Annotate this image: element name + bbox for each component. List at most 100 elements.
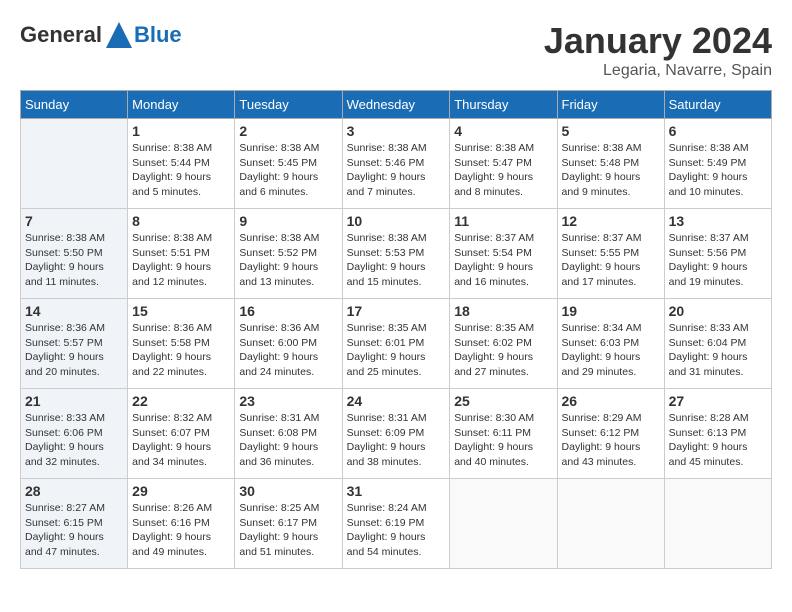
weekday-header-thursday: Thursday <box>450 91 557 119</box>
calendar-cell: 25 Sunrise: 8:30 AM Sunset: 6:11 PM Dayli… <box>450 389 557 479</box>
day-number: 29 <box>132 483 230 499</box>
logo-icon <box>104 20 134 50</box>
week-row-1: 1Sunrise: 8:38 AM Sunset: 5:44 PM Daylig… <box>21 119 772 209</box>
day-info: Sunrise: 8:28 AM Sunset: 6:13 PM Dayligh… <box>669 411 767 470</box>
week-row-5: 28 Sunrise: 8:27 AM Sunset: 6:15 PM Dayli… <box>21 479 772 569</box>
day-number: 8 <box>132 213 230 229</box>
weekday-header-wednesday: Wednesday <box>342 91 450 119</box>
day-number: 31 <box>347 483 446 499</box>
calendar-cell <box>21 119 128 209</box>
calendar-cell: 28 Sunrise: 8:27 AM Sunset: 6:15 PM Dayli… <box>21 479 128 569</box>
day-info: Sunrise: 8:32 AM Sunset: 6:07 PM Dayligh… <box>132 411 230 470</box>
day-info: Sunrise: 8:38 AM Sunset: 5:49 PM Dayligh… <box>669 141 767 200</box>
calendar-cell: 9Sunrise: 8:38 AM Sunset: 5:52 PM Daylig… <box>235 209 342 299</box>
day-number: 25 <box>454 393 552 409</box>
calendar-cell: 11 Sunrise: 8:37 AM Sunset: 5:54 PM Dayli… <box>450 209 557 299</box>
day-info: Sunrise: 8:37 AM Sunset: 5:56 PM Dayligh… <box>669 231 767 290</box>
day-info: Sunrise: 8:36 AM Sunset: 5:58 PM Dayligh… <box>132 321 230 380</box>
calendar-cell: 1Sunrise: 8:38 AM Sunset: 5:44 PM Daylig… <box>128 119 235 209</box>
calendar-cell: 3Sunrise: 8:38 AM Sunset: 5:46 PM Daylig… <box>342 119 450 209</box>
day-number: 12 <box>562 213 660 229</box>
calendar-table: SundayMondayTuesdayWednesdayThursdayFrid… <box>20 90 772 569</box>
calendar-cell <box>450 479 557 569</box>
logo: General Blue <box>20 20 182 50</box>
day-info: Sunrise: 8:24 AM Sunset: 6:19 PM Dayligh… <box>347 501 446 560</box>
weekday-header-monday: Monday <box>128 91 235 119</box>
day-info: Sunrise: 8:29 AM Sunset: 6:12 PM Dayligh… <box>562 411 660 470</box>
day-number: 7 <box>25 213 123 229</box>
calendar-cell: 22 Sunrise: 8:32 AM Sunset: 6:07 PM Dayli… <box>128 389 235 479</box>
calendar-cell: 21Sunrise: 8:33 AM Sunset: 6:06 PM Dayli… <box>21 389 128 479</box>
calendar-cell: 16 Sunrise: 8:36 AM Sunset: 6:00 PM Dayli… <box>235 299 342 389</box>
day-number: 19 <box>562 303 660 319</box>
day-number: 13 <box>669 213 767 229</box>
day-info: Sunrise: 8:35 AM Sunset: 6:01 PM Dayligh… <box>347 321 446 380</box>
day-number: 22 <box>132 393 230 409</box>
day-info: Sunrise: 8:38 AM Sunset: 5:52 PM Dayligh… <box>239 231 337 290</box>
calendar-cell: 30 Sunrise: 8:25 AM Sunset: 6:17 PM Dayli… <box>235 479 342 569</box>
day-number: 16 <box>239 303 337 319</box>
calendar-cell: 20Sunrise: 8:33 AM Sunset: 6:04 PM Dayli… <box>664 299 771 389</box>
day-number: 28 <box>25 483 123 499</box>
calendar-cell: 13 Sunrise: 8:37 AM Sunset: 5:56 PM Dayli… <box>664 209 771 299</box>
day-number: 23 <box>239 393 337 409</box>
day-info: Sunrise: 8:36 AM Sunset: 6:00 PM Dayligh… <box>239 321 337 380</box>
week-row-3: 14Sunrise: 8:36 AM Sunset: 5:57 PM Dayli… <box>21 299 772 389</box>
calendar-cell <box>664 479 771 569</box>
calendar-cell: 27 Sunrise: 8:28 AM Sunset: 6:13 PM Dayli… <box>664 389 771 479</box>
day-number: 10 <box>347 213 446 229</box>
day-info: Sunrise: 8:38 AM Sunset: 5:51 PM Dayligh… <box>132 231 230 290</box>
day-number: 1 <box>132 123 230 139</box>
day-info: Sunrise: 8:36 AM Sunset: 5:57 PM Dayligh… <box>25 321 123 380</box>
day-number: 2 <box>239 123 337 139</box>
calendar-cell: 4 Sunrise: 8:38 AM Sunset: 5:47 PM Daylig… <box>450 119 557 209</box>
day-info: Sunrise: 8:38 AM Sunset: 5:47 PM Dayligh… <box>454 141 552 200</box>
day-info: Sunrise: 8:38 AM Sunset: 5:53 PM Dayligh… <box>347 231 446 290</box>
day-number: 15 <box>132 303 230 319</box>
day-info: Sunrise: 8:30 AM Sunset: 6:11 PM Dayligh… <box>454 411 552 470</box>
day-number: 17 <box>347 303 446 319</box>
calendar-cell: 24Sunrise: 8:31 AM Sunset: 6:09 PM Dayli… <box>342 389 450 479</box>
day-info: Sunrise: 8:27 AM Sunset: 6:15 PM Dayligh… <box>25 501 123 560</box>
week-row-2: 7 Sunrise: 8:38 AM Sunset: 5:50 PM Daylig… <box>21 209 772 299</box>
day-info: Sunrise: 8:37 AM Sunset: 5:55 PM Dayligh… <box>562 231 660 290</box>
calendar-cell: 7 Sunrise: 8:38 AM Sunset: 5:50 PM Daylig… <box>21 209 128 299</box>
calendar-cell <box>557 479 664 569</box>
calendar-cell: 31 Sunrise: 8:24 AM Sunset: 6:19 PM Dayli… <box>342 479 450 569</box>
title-area: January 2024 Legaria, Navarre, Spain <box>544 20 772 80</box>
logo-blue: Blue <box>134 22 182 48</box>
day-number: 11 <box>454 213 552 229</box>
day-number: 30 <box>239 483 337 499</box>
day-info: Sunrise: 8:37 AM Sunset: 5:54 PM Dayligh… <box>454 231 552 290</box>
weekday-header-sunday: Sunday <box>21 91 128 119</box>
calendar-cell: 18 Sunrise: 8:35 AM Sunset: 6:02 PM Dayli… <box>450 299 557 389</box>
calendar-cell: 17 Sunrise: 8:35 AM Sunset: 6:01 PM Dayli… <box>342 299 450 389</box>
day-info: Sunrise: 8:25 AM Sunset: 6:17 PM Dayligh… <box>239 501 337 560</box>
day-info: Sunrise: 8:38 AM Sunset: 5:50 PM Dayligh… <box>25 231 123 290</box>
day-number: 26 <box>562 393 660 409</box>
calendar-cell: 5 Sunrise: 8:38 AM Sunset: 5:48 PM Daylig… <box>557 119 664 209</box>
weekday-header-tuesday: Tuesday <box>235 91 342 119</box>
location-title: Legaria, Navarre, Spain <box>544 62 772 80</box>
weekday-header-saturday: Saturday <box>664 91 771 119</box>
day-info: Sunrise: 8:38 AM Sunset: 5:48 PM Dayligh… <box>562 141 660 200</box>
day-number: 27 <box>669 393 767 409</box>
calendar-cell: 14Sunrise: 8:36 AM Sunset: 5:57 PM Dayli… <box>21 299 128 389</box>
calendar-cell: 15 Sunrise: 8:36 AM Sunset: 5:58 PM Dayli… <box>128 299 235 389</box>
day-number: 6 <box>669 123 767 139</box>
calendar-cell: 29Sunrise: 8:26 AM Sunset: 6:16 PM Dayli… <box>128 479 235 569</box>
day-number: 21 <box>25 393 123 409</box>
day-info: Sunrise: 8:35 AM Sunset: 6:02 PM Dayligh… <box>454 321 552 380</box>
day-number: 18 <box>454 303 552 319</box>
calendar-cell: 26 Sunrise: 8:29 AM Sunset: 6:12 PM Dayli… <box>557 389 664 479</box>
day-info: Sunrise: 8:31 AM Sunset: 6:08 PM Dayligh… <box>239 411 337 470</box>
day-number: 5 <box>562 123 660 139</box>
day-info: Sunrise: 8:38 AM Sunset: 5:46 PM Dayligh… <box>347 141 446 200</box>
logo-general: General <box>20 22 102 48</box>
calendar-cell: 19Sunrise: 8:34 AM Sunset: 6:03 PM Dayli… <box>557 299 664 389</box>
day-info: Sunrise: 8:38 AM Sunset: 5:45 PM Dayligh… <box>239 141 337 200</box>
day-info: Sunrise: 8:31 AM Sunset: 6:09 PM Dayligh… <box>347 411 446 470</box>
calendar-cell: 23 Sunrise: 8:31 AM Sunset: 6:08 PM Dayli… <box>235 389 342 479</box>
day-number: 20 <box>669 303 767 319</box>
day-number: 4 <box>454 123 552 139</box>
